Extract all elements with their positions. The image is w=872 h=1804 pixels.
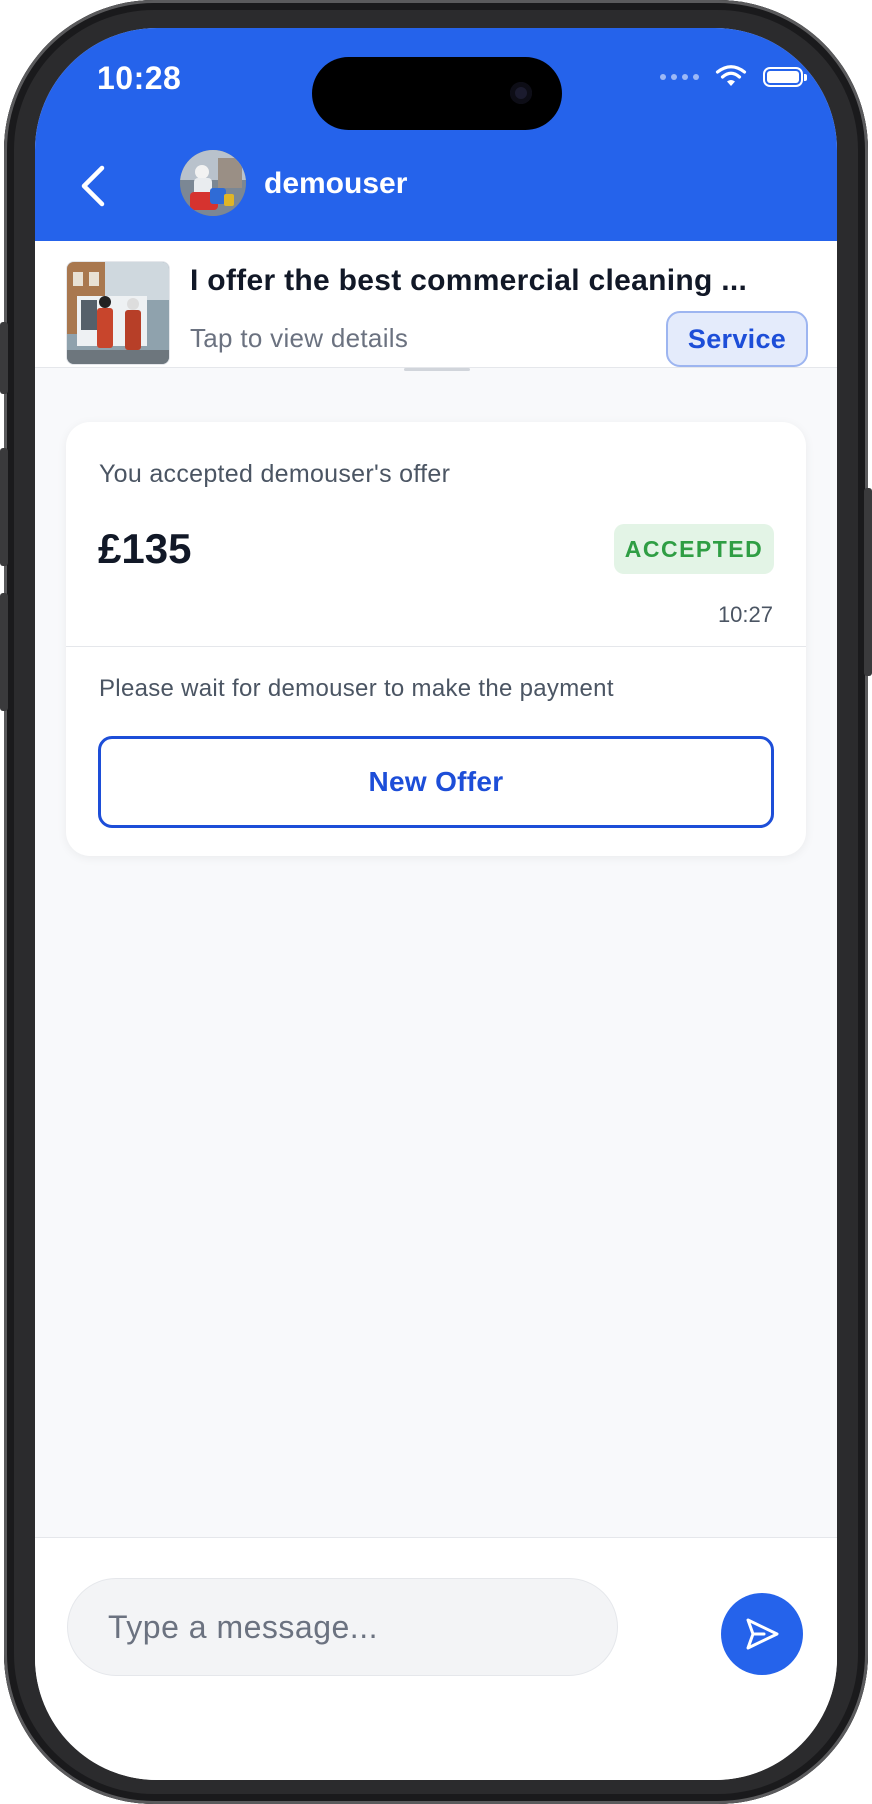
status-badge: ACCEPTED (614, 524, 774, 574)
message-input[interactable] (67, 1578, 618, 1676)
wifi-icon (715, 65, 747, 86)
payment-note: Please wait for demouser to make the pay… (99, 675, 614, 702)
send-icon (746, 1618, 779, 1650)
drag-handle[interactable] (404, 368, 470, 371)
message-composer (35, 1537, 837, 1780)
offer-heading: You accepted demouser's offer (99, 460, 451, 488)
status-time: 10:28 (97, 60, 182, 96)
status-icons (660, 62, 807, 92)
avatar[interactable] (180, 150, 246, 216)
offer-timestamp: 10:27 (717, 602, 773, 627)
screen: 10:28 demouser I offer the best commerci… (35, 28, 837, 1780)
service-badge: Service (666, 311, 808, 367)
camera-icon (510, 82, 532, 104)
offer-card: You accepted demouser's offer £135 ACCEP… (66, 422, 806, 856)
listing-subtitle: Tap to view details (190, 323, 409, 353)
listing-banner[interactable]: I offer the best commercial cleaning ...… (35, 241, 837, 368)
chat-username[interactable]: demouser (264, 167, 407, 201)
dynamic-island (312, 57, 562, 130)
send-button[interactable] (721, 1593, 803, 1675)
offer-price: £135 (98, 525, 192, 572)
battery-icon (763, 67, 807, 87)
volume-up-button (0, 448, 8, 566)
volume-down-button (0, 593, 8, 711)
new-offer-button[interactable]: New Offer (98, 736, 774, 828)
back-button[interactable] (65, 158, 121, 214)
power-button (864, 488, 872, 676)
action-button (0, 322, 8, 394)
listing-title: I offer the best commercial cleaning ... (190, 264, 748, 297)
listing-thumbnail (66, 261, 170, 365)
divider (66, 646, 806, 647)
chevron-left-icon (81, 165, 105, 207)
signal-icon (660, 74, 699, 80)
chat-header: 10:28 demouser (35, 28, 837, 241)
